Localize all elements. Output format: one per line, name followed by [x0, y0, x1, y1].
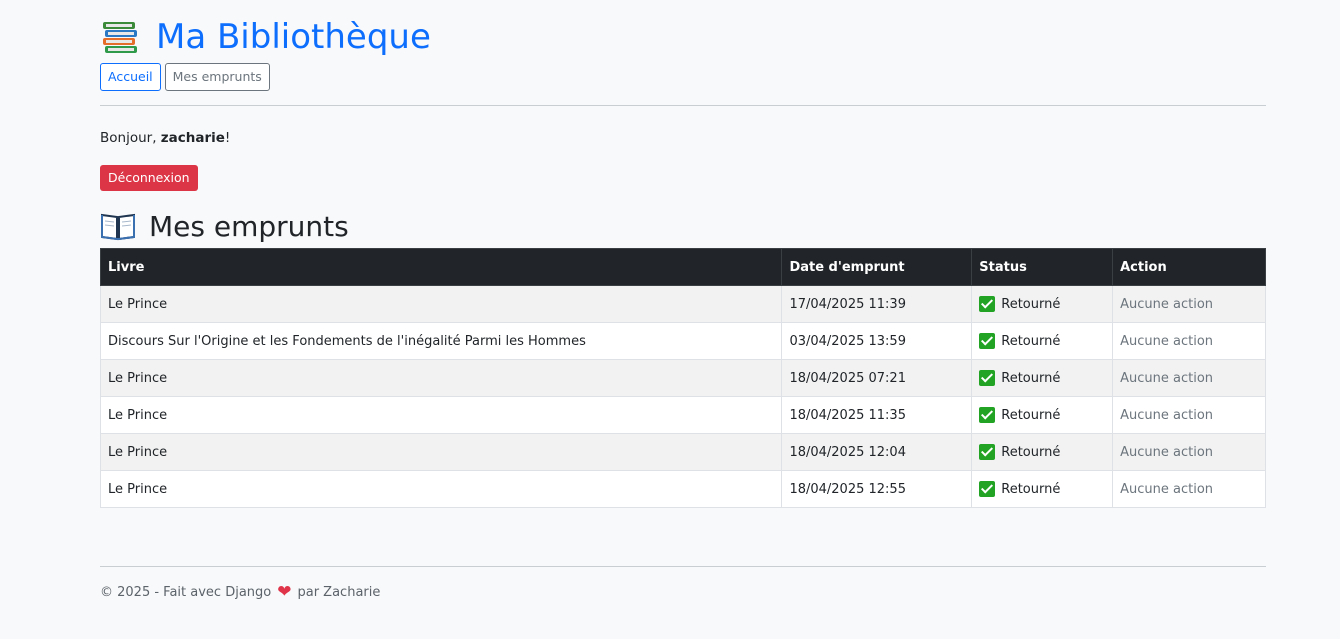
- table-row: Le Prince 18/04/2025 07:21 Retourné Aucu…: [99, 359, 1266, 397]
- open-book-icon: [101, 213, 135, 241]
- check-icon: [979, 370, 996, 386]
- cell-date: 18/04/2025 07:21: [781, 359, 973, 397]
- status-text: Retourné: [1001, 407, 1061, 423]
- cell-livre: Le Prince: [99, 433, 783, 471]
- check-icon: [979, 481, 996, 497]
- cell-date: 18/04/2025 12:55: [781, 470, 973, 508]
- check-icon: [979, 333, 996, 349]
- cell-action: Aucune action: [1112, 396, 1266, 434]
- cell-livre: Le Prince: [99, 359, 783, 397]
- status-text: Retourné: [1001, 370, 1061, 386]
- app-title: Ma Bibliothèque: [156, 17, 431, 57]
- footer-text-after: par Zacharie: [297, 585, 381, 600]
- table-row: Discours Sur l'Origine et les Fondements…: [99, 322, 1266, 360]
- cell-date: 03/04/2025 13:59: [781, 322, 973, 360]
- cell-livre: Le Prince: [99, 285, 783, 323]
- books-icon: [103, 22, 137, 53]
- table-header-row: Livre Date d'emprunt Status Action: [99, 248, 1266, 286]
- cell-action: Aucune action: [1112, 359, 1266, 397]
- heart-icon: ❤: [277, 582, 292, 602]
- cell-livre: Le Prince: [99, 470, 783, 508]
- table-row: Le Prince 18/04/2025 11:35 Retourné Aucu…: [99, 396, 1266, 434]
- table-row: Le Prince 18/04/2025 12:55 Retourné Aucu…: [99, 470, 1266, 508]
- status-text: Retourné: [1001, 296, 1061, 312]
- cell-livre: Le Prince: [99, 396, 783, 434]
- cell-status: Retourné: [971, 322, 1114, 360]
- section-heading: Mes emprunts: [100, 206, 349, 246]
- section-title: Mes emprunts: [149, 209, 349, 243]
- check-icon: [979, 296, 996, 312]
- column-header-livre: Livre: [99, 248, 783, 286]
- table-row: Le Prince 17/04/2025 11:39 Retourné Aucu…: [99, 285, 1266, 323]
- cell-date: 18/04/2025 12:04: [781, 433, 973, 471]
- username: zacharie: [160, 130, 225, 146]
- cell-action: Aucune action: [1112, 470, 1266, 508]
- main-nav: Accueil Mes emprunts: [100, 63, 270, 91]
- status-text: Retourné: [1001, 333, 1061, 349]
- cell-status: Retourné: [971, 470, 1114, 508]
- nav-mes-emprunts-button[interactable]: Mes emprunts: [164, 63, 270, 91]
- footer-divider: [100, 566, 1266, 567]
- cell-status: Retourné: [971, 359, 1114, 397]
- cell-status: Retourné: [971, 396, 1114, 434]
- cell-date: 18/04/2025 11:35: [781, 396, 973, 434]
- brand: Ma Bibliothèque: [100, 14, 431, 60]
- loans-table: Livre Date d'emprunt Status Action Le Pr…: [99, 248, 1266, 508]
- cell-livre: Discours Sur l'Origine et les Fondements…: [99, 322, 783, 360]
- table-row: Le Prince 18/04/2025 12:04 Retourné Aucu…: [99, 433, 1266, 471]
- column-header-action: Action: [1112, 248, 1266, 286]
- footer-text-before: © 2025 - Fait avec Django: [100, 585, 272, 600]
- cell-status: Retourné: [971, 433, 1114, 471]
- nav-accueil-button[interactable]: Accueil: [100, 63, 161, 91]
- cell-action: Aucune action: [1112, 433, 1266, 471]
- check-icon: [979, 444, 996, 460]
- check-icon: [979, 407, 996, 423]
- status-text: Retourné: [1001, 444, 1061, 460]
- header-divider: [100, 105, 1266, 106]
- cell-action: Aucune action: [1112, 285, 1266, 323]
- cell-action: Aucune action: [1112, 322, 1266, 360]
- column-header-date: Date d'emprunt: [781, 248, 973, 286]
- greeting-prefix: Bonjour,: [100, 130, 161, 146]
- cell-date: 17/04/2025 11:39: [781, 285, 973, 323]
- column-header-status: Status: [971, 248, 1114, 286]
- footer: © 2025 - Fait avec Django ❤ par Zacharie: [100, 584, 380, 601]
- cell-status: Retourné: [971, 285, 1114, 323]
- logout-button[interactable]: Déconnexion: [100, 165, 198, 191]
- greeting: Bonjour, zacharie!: [100, 130, 230, 146]
- greeting-suffix: !: [224, 130, 231, 146]
- status-text: Retourné: [1001, 481, 1061, 497]
